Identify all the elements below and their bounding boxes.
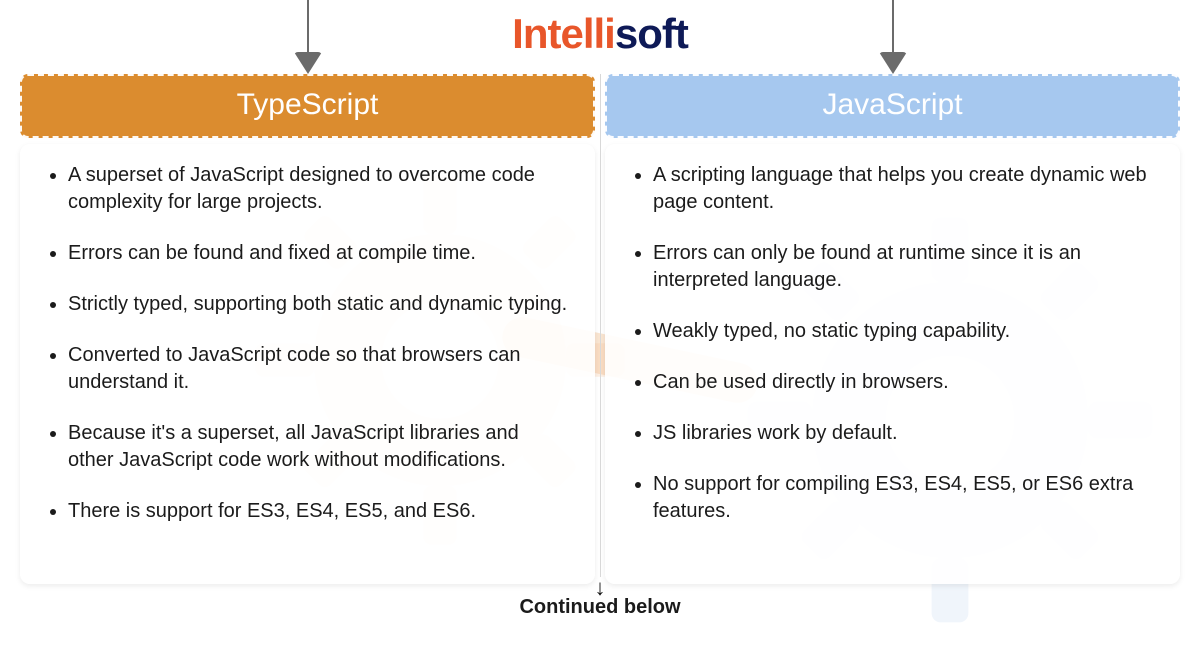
comparison-columns: TypeScript A superset of JavaScript desi… bbox=[20, 74, 1180, 584]
list-item: JS libraries work by default. bbox=[653, 420, 1154, 447]
list-item: Can be used directly in browsers. bbox=[653, 369, 1154, 396]
arrow-down-icon: ↓ bbox=[519, 581, 680, 594]
list-item: No support for compiling ES3, ES4, ES5, … bbox=[653, 471, 1154, 525]
card-javascript: A scripting language that helps you crea… bbox=[605, 144, 1180, 584]
list-item: There is support for ES3, ES4, ES5, and … bbox=[68, 498, 569, 525]
list-item: Errors can be found and fixed at compile… bbox=[68, 240, 569, 267]
list-item: A scripting language that helps you crea… bbox=[653, 162, 1154, 216]
feature-list-typescript: A superset of JavaScript designed to ove… bbox=[46, 162, 569, 525]
continued-label: Continued below bbox=[519, 596, 680, 619]
list-item: Errors can only be found at runtime sinc… bbox=[653, 240, 1154, 294]
brand-part-2: soft bbox=[615, 10, 688, 57]
card-typescript: A superset of JavaScript designed to ove… bbox=[20, 144, 595, 584]
list-item: Weakly typed, no static typing capabilit… bbox=[653, 318, 1154, 345]
brand-logo: Intellisoft bbox=[512, 10, 688, 58]
list-item: Converted to JavaScript code so that bro… bbox=[68, 342, 569, 396]
list-item: A superset of JavaScript designed to ove… bbox=[68, 162, 569, 216]
continued-below: ↓ Continued below bbox=[519, 581, 680, 619]
hanger-icon bbox=[307, 0, 309, 52]
list-item: Because it's a superset, all JavaScript … bbox=[68, 420, 569, 474]
column-javascript: JavaScript A scripting language that hel… bbox=[605, 74, 1180, 584]
list-item: Strictly typed, supporting both static a… bbox=[68, 291, 569, 318]
brand-part-1: Intelli bbox=[512, 10, 615, 57]
column-typescript: TypeScript A superset of JavaScript desi… bbox=[20, 74, 595, 584]
feature-list-javascript: A scripting language that helps you crea… bbox=[631, 162, 1154, 525]
column-header-typescript: TypeScript bbox=[20, 74, 595, 138]
column-header-javascript: JavaScript bbox=[605, 74, 1180, 138]
hanger-icon bbox=[892, 0, 894, 52]
